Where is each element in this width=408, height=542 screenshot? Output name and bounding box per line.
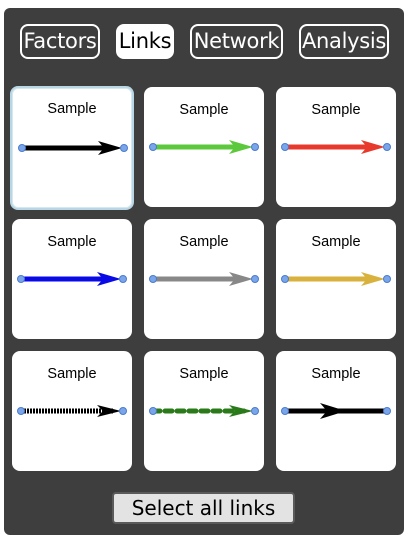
link-endpoint-icon	[281, 143, 289, 151]
link-sample-line	[149, 140, 259, 154]
link-endpoint-icon	[17, 407, 25, 415]
link-endpoint-icon	[251, 407, 259, 415]
link-sample-line	[17, 405, 127, 417]
link-endpoint-icon	[281, 275, 289, 283]
link-endpoint-icon	[251, 143, 259, 151]
link-style-card[interactable]: Sample	[144, 219, 264, 339]
link-endpoint-icon	[119, 407, 127, 415]
tab-links[interactable]: Links	[116, 24, 174, 59]
link-endpoint-icon	[383, 143, 391, 151]
link-style-card[interactable]: Sample	[144, 351, 264, 471]
link-style-card[interactable]: Sample	[276, 219, 396, 339]
link-endpoint-icon	[281, 407, 289, 415]
link-endpoint-icon	[149, 275, 157, 283]
link-style-card[interactable]: Sample	[12, 351, 132, 471]
link-endpoint-icon	[18, 144, 26, 152]
link-sample-line	[17, 272, 127, 286]
link-sample-line	[281, 272, 391, 286]
link-endpoint-icon	[149, 407, 157, 415]
link-endpoint-icon	[383, 407, 391, 415]
link-endpoint-icon	[119, 275, 127, 283]
link-style-card[interactable]: Sample	[276, 87, 396, 207]
link-style-card[interactable]: Sample	[276, 351, 396, 471]
link-sample-line	[149, 405, 259, 417]
link-endpoint-icon	[383, 275, 391, 283]
tab-network[interactable]: Network	[190, 24, 283, 59]
link-style-card[interactable]: Sample	[10, 86, 134, 210]
link-style-card[interactable]: Sample	[144, 87, 264, 207]
link-sample-line	[281, 403, 391, 419]
link-endpoint-icon	[149, 143, 157, 151]
link-endpoint-icon	[251, 275, 259, 283]
select-all-links-button[interactable]: Select all links	[112, 492, 295, 524]
link-sample-line	[281, 140, 391, 154]
link-sample-line	[18, 141, 128, 155]
link-style-card[interactable]: Sample	[12, 219, 132, 339]
link-sample-line	[149, 272, 259, 286]
link-endpoint-icon	[120, 144, 128, 152]
tab-analysis[interactable]: Analysis	[299, 24, 389, 59]
link-endpoint-icon	[17, 275, 25, 283]
tab-factors[interactable]: Factors	[20, 24, 100, 59]
